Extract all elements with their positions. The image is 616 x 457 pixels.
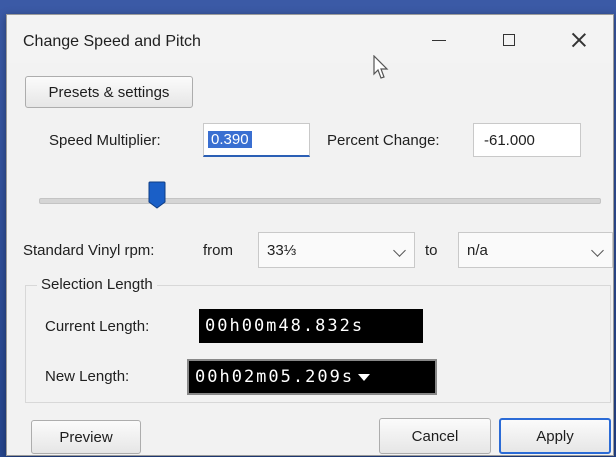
new-length-value: 00h02m05.209s bbox=[195, 367, 355, 387]
selection-length-title: Selection Length bbox=[37, 276, 157, 293]
from-label: from bbox=[203, 242, 233, 259]
window-title: Change Speed and Pitch bbox=[23, 33, 201, 50]
to-label: to bbox=[425, 242, 438, 259]
cancel-button[interactable]: Cancel bbox=[379, 418, 491, 454]
current-length-display: 00h00m48.832s bbox=[199, 309, 423, 343]
chevron-down-icon bbox=[591, 244, 604, 257]
speed-multiplier-value: 0.390 bbox=[208, 131, 252, 148]
title-bar: Change Speed and Pitch bbox=[7, 15, 613, 63]
apply-button[interactable]: Apply bbox=[499, 418, 611, 454]
new-length-label: New Length: bbox=[45, 368, 130, 385]
mouse-cursor-icon bbox=[373, 55, 389, 79]
vinyl-rpm-label: Standard Vinyl rpm: bbox=[23, 242, 155, 259]
vinyl-from-value: 33⅓ bbox=[267, 241, 297, 259]
minimize-icon bbox=[432, 39, 446, 41]
speed-multiplier-label: Speed Multiplier: bbox=[49, 132, 161, 149]
percent-change-label: Percent Change: bbox=[327, 132, 440, 149]
maximize-button[interactable] bbox=[487, 25, 531, 55]
vinyl-from-select[interactable]: 33⅓ bbox=[258, 232, 415, 268]
minimize-button[interactable] bbox=[417, 25, 461, 55]
dropdown-triangle-icon[interactable] bbox=[358, 373, 371, 381]
chevron-down-icon bbox=[393, 244, 406, 257]
speed-multiplier-input[interactable]: 0.390 bbox=[203, 123, 310, 157]
close-button[interactable] bbox=[557, 25, 601, 55]
percent-change-input[interactable]: -61.000 bbox=[473, 123, 581, 157]
current-length-value: 00h00m48.832s bbox=[205, 316, 365, 336]
new-length-control[interactable]: 00h02m05.209s bbox=[187, 359, 437, 395]
change-speed-dialog: Change Speed and Pitch Presets & setting… bbox=[6, 14, 614, 456]
preview-button[interactable]: Preview bbox=[31, 420, 141, 454]
maximize-icon bbox=[503, 34, 515, 46]
current-length-label: Current Length: bbox=[45, 318, 150, 335]
speed-slider-thumb[interactable] bbox=[148, 181, 166, 209]
presets-settings-button[interactable]: Presets & settings bbox=[25, 76, 193, 108]
close-icon bbox=[571, 32, 587, 48]
speed-slider-track[interactable] bbox=[39, 198, 601, 204]
vinyl-to-value: n/a bbox=[467, 241, 488, 259]
vinyl-to-select[interactable]: n/a bbox=[458, 232, 613, 268]
